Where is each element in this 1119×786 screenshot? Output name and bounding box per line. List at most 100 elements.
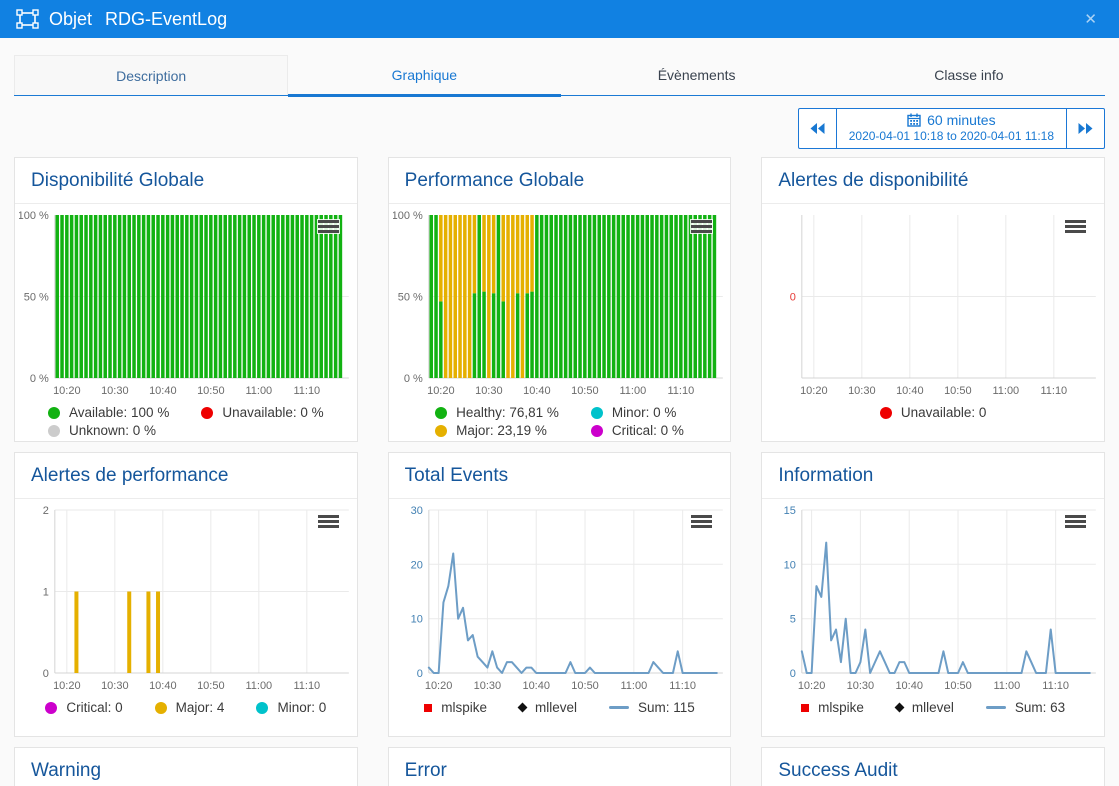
legend-circle-marker — [155, 702, 167, 714]
hamburger-menu-icon[interactable] — [318, 220, 339, 235]
chart-panel: Error — [388, 747, 732, 786]
hamburger-menu-icon[interactable] — [691, 220, 712, 235]
hamburger-menu-icon[interactable] — [1065, 515, 1086, 530]
time-range-display[interactable]: 60 minutes 2020-04-01 10:18 to 2020-04-0… — [837, 109, 1066, 148]
chart-canvas: 010:2010:3010:4010:5011:0011:10 — [766, 208, 1100, 400]
next-period-button[interactable] — [1066, 109, 1104, 148]
svg-text:10:40: 10:40 — [896, 385, 924, 397]
svg-text:10:30: 10:30 — [473, 680, 501, 692]
panel-title: Disponibilité Globale — [15, 158, 357, 204]
svg-text:11:10: 11:10 — [667, 385, 694, 397]
chart-legend: Available: 100 % Unavailable: 0 % Unknown:… — [19, 400, 353, 438]
chart-legend: mlspike mllevel Sum: 115 — [393, 695, 727, 715]
legend-item: Unknown: 0 % — [48, 423, 169, 438]
legend-circle-marker — [48, 407, 60, 419]
legend-item: Available: 100 % — [48, 405, 169, 420]
chart-area: 15105010:2010:3010:4010:5011:0011:10 mls… — [762, 499, 1104, 715]
charts-grid: Disponibilité Globale 100 % 50 % 0 % 10:20 1… — [14, 157, 1105, 786]
time-range-navigator: 60 minutes 2020-04-01 10:18 to 2020-04-0… — [798, 108, 1105, 149]
svg-text:0 %: 0 % — [30, 373, 49, 385]
legend-item: Minor: 0 % — [591, 405, 684, 420]
legend-label: mllevel — [535, 700, 577, 715]
chart-legend: Healthy: 76,81 % Minor: 0 % Major: 23,19 %… — [393, 400, 727, 438]
svg-text:10:50: 10:50 — [197, 680, 225, 692]
hamburger-menu-icon[interactable] — [1065, 220, 1086, 235]
chart-canvas: 100 %50 %0 %10:2010:3010:4010:5011:0011:… — [393, 208, 727, 400]
tab-graphique[interactable]: Graphique — [288, 55, 560, 95]
svg-text:10:40: 10:40 — [522, 680, 550, 692]
chart-panel: Information 15105010:2010:3010:4010:5011… — [761, 452, 1105, 737]
legend-label: Major: 4 — [176, 700, 225, 715]
legend-item: Major: 23,19 % — [435, 423, 559, 438]
svg-text:10:50: 10:50 — [571, 385, 599, 397]
svg-text:11:10: 11:10 — [293, 385, 320, 397]
legend-diamond-marker — [518, 703, 528, 713]
legend-label: Sum: 115 — [638, 700, 695, 715]
legend-diamond-marker — [894, 703, 904, 713]
svg-text:10:40: 10:40 — [896, 680, 924, 692]
svg-text:1: 1 — [43, 587, 49, 599]
object-frame-icon — [16, 9, 39, 29]
legend-item: Minor: 0 — [256, 700, 326, 715]
tab-evenements[interactable]: Évènements — [561, 55, 833, 95]
svg-text:10:40: 10:40 — [149, 680, 177, 692]
legend-item: Unavailable: 0 % — [201, 405, 323, 420]
svg-text:50 %: 50 % — [397, 292, 422, 304]
svg-text:100 %: 100 % — [19, 210, 49, 222]
time-selector-row: 60 minutes 2020-04-01 10:18 to 2020-04-0… — [14, 108, 1105, 149]
chart-panel: Total Events 302010010:2010:3010:4010:50… — [388, 452, 732, 737]
svg-text:2: 2 — [43, 505, 49, 517]
svg-text:10:20: 10:20 — [798, 680, 826, 692]
chart-panel: Performance Globale 100 %50 %0 %10:2010:… — [388, 157, 732, 442]
svg-text:0: 0 — [790, 668, 796, 680]
hamburger-menu-icon[interactable] — [318, 515, 339, 530]
legend-item: mllevel — [896, 700, 954, 715]
legend-square-marker — [801, 704, 809, 712]
legend-label: Unavailable: 0 — [901, 405, 987, 420]
svg-text:10:40: 10:40 — [523, 385, 551, 397]
svg-text:10:50: 10:50 — [571, 680, 599, 692]
legend-item: mlspike — [801, 700, 864, 715]
legend-label: mlspike — [441, 700, 487, 715]
chart-canvas: 100 %50 %0 %10:2010:3010:4010:5011:0011:… — [19, 208, 353, 400]
legend-line-marker — [609, 706, 629, 709]
legend-square-marker — [424, 704, 432, 712]
svg-text:20: 20 — [410, 559, 422, 571]
calendar-icon — [907, 113, 921, 127]
tab-description[interactable]: Description — [14, 55, 288, 95]
svg-text:100 %: 100 % — [393, 210, 423, 222]
legend-label: Minor: 0 — [277, 700, 326, 715]
svg-text:10:30: 10:30 — [101, 680, 129, 692]
svg-text:0: 0 — [43, 668, 49, 680]
time-range-label: 60 minutes — [927, 112, 995, 128]
panel-title: Alertes de performance — [15, 453, 357, 499]
svg-text:11:00: 11:00 — [619, 385, 646, 397]
legend-label: Healthy: 76,81 % — [456, 405, 559, 420]
svg-text:50 %: 50 % — [24, 292, 49, 304]
hamburger-menu-icon[interactable] — [691, 515, 712, 530]
svg-text:5: 5 — [790, 614, 796, 626]
legend-item: Unavailable: 0 — [880, 405, 987, 420]
svg-text:10:30: 10:30 — [475, 385, 503, 397]
svg-text:11:10: 11:10 — [1043, 680, 1070, 692]
previous-period-button[interactable] — [799, 109, 837, 148]
chart-area: 010:2010:3010:4010:5011:0011:10 Unavaila… — [762, 204, 1104, 420]
legend-circle-marker — [435, 407, 447, 419]
svg-text:10:30: 10:30 — [848, 385, 876, 397]
close-icon[interactable]: ✕ — [1078, 8, 1103, 31]
dialog-title-prefix: Objet — [49, 9, 92, 30]
panel-title: Success Audit — [762, 748, 1104, 786]
svg-text:11:10: 11:10 — [293, 680, 320, 692]
chart-panel: Success Audit — [761, 747, 1105, 786]
chart-panel: Alertes de disponibilité 010:2010:3010:4… — [761, 157, 1105, 442]
chart-legend: mlspikemllevelSum: 63 — [766, 695, 1100, 715]
chart-panel: Warning — [14, 747, 358, 786]
svg-text:10: 10 — [784, 559, 796, 571]
legend-item: Healthy: 76,81 % — [435, 405, 559, 420]
chart-area: 100 %50 %0 %10:2010:3010:4010:5011:0011:… — [15, 204, 357, 438]
panel-title: Error — [389, 748, 731, 786]
svg-text:11:00: 11:00 — [245, 680, 272, 692]
legend-item: Critical: 0 % — [591, 423, 684, 438]
tab-classe-info[interactable]: Classe info — [833, 55, 1105, 95]
chart-canvas: 302010010:2010:3010:4010:5011:0011:10 — [393, 503, 727, 695]
